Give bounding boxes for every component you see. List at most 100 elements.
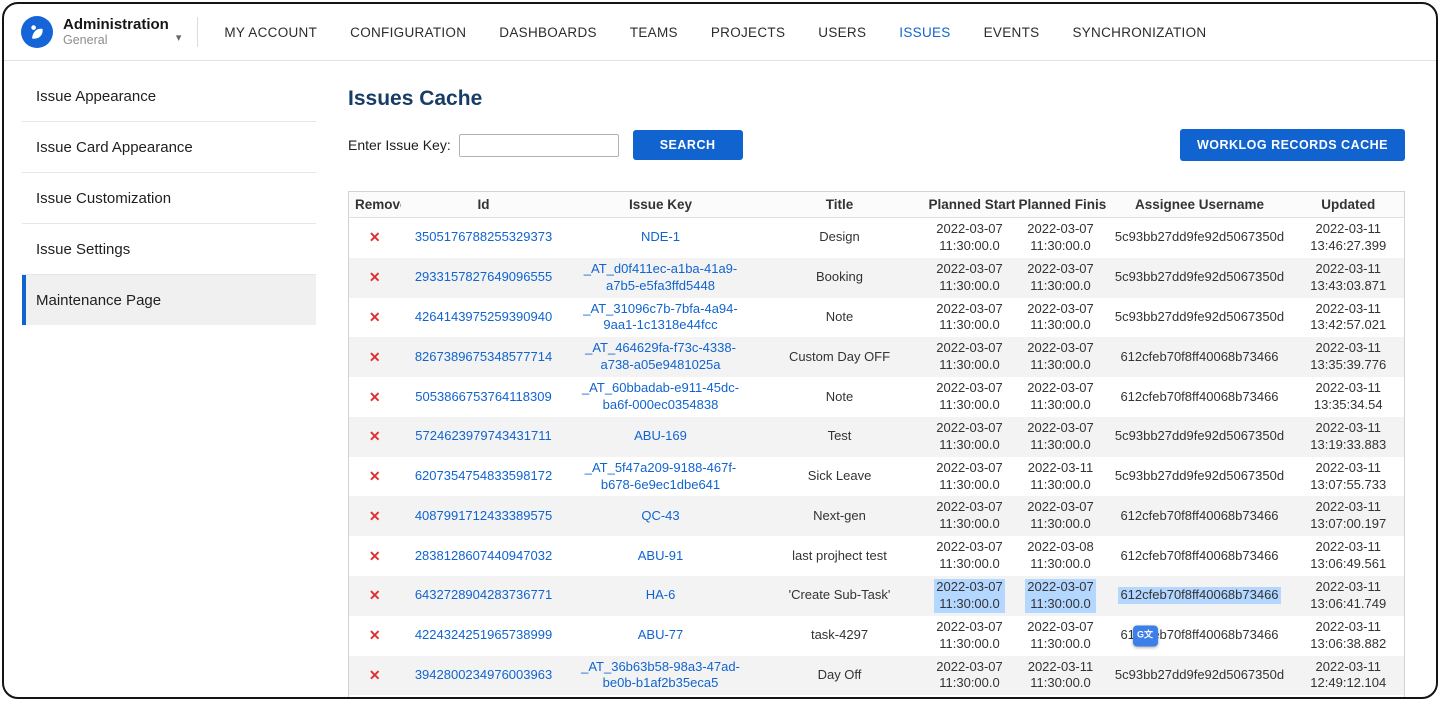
app-logo-icon [20, 15, 54, 49]
nav-item-configuration[interactable]: CONFIGURATION [350, 25, 466, 40]
title-cell: Custom Day OFF [755, 337, 925, 377]
issue-key-link[interactable]: ABU-77 [638, 627, 684, 642]
planned-finish-cell: 2022-03-0711:30:00.0 [1015, 258, 1107, 298]
worklog-records-cache-button[interactable]: WORKLOG RECORDS CACHE [1180, 129, 1405, 161]
issue-id-link[interactable]: 5724623979743431711 [415, 428, 551, 443]
remove-button[interactable]: ✕ [369, 468, 381, 484]
nav-item-events[interactable]: EVENTS [984, 25, 1040, 40]
planned-finish-cell: 2022-03-0711:30:00.0 [1015, 337, 1107, 377]
sidebar-item-issue-customization[interactable]: Issue Customization [22, 173, 316, 224]
title-cell: Sick Leave [755, 457, 925, 497]
content-area: Issue AppearanceIssue Card AppearanceIss… [4, 61, 1436, 699]
table-row: ✕4087991712433389575QC-43Next-gen2022-03… [349, 496, 1405, 536]
table-header-row: RemoveIdIssue KeyTitlePlanned StartPlann… [349, 192, 1405, 218]
issues-table: RemoveIdIssue KeyTitlePlanned StartPlann… [348, 191, 1405, 699]
remove-button[interactable]: ✕ [369, 389, 381, 405]
issue-key-cell: _AT_36b63b58-98a3-47ad-be0b-b1af2b35eca5 [567, 656, 755, 696]
remove-button[interactable]: ✕ [369, 269, 381, 285]
remove-button[interactable]: ✕ [369, 309, 381, 325]
planned-finish-cell: 2022-03-0711:30:00.0 [1015, 298, 1107, 338]
id-cell: 4224324251965738999 [401, 616, 567, 656]
brand-block: Administration General [63, 16, 169, 48]
sidebar-item-issue-settings[interactable]: Issue Settings [22, 224, 316, 275]
planned-start-cell: 2022-03-0711:30:00.0 [925, 457, 1015, 497]
nav-item-users[interactable]: USERS [818, 25, 866, 40]
assignee-cell: 5dfe2bf7f680930cb05bb7b7 [1107, 695, 1293, 699]
column-header-planned-start: Planned Start [925, 192, 1015, 218]
planned-finish-cell: 2022-03-0711:30:00.0 [1015, 218, 1107, 258]
remove-cell: ✕ [349, 536, 401, 576]
issue-key-link[interactable]: SOFT6f6c5c49-d73f-412b-af2a-1245cf34941a [583, 698, 738, 699]
remove-button[interactable]: ✕ [369, 587, 381, 603]
sidebar-item-issue-appearance[interactable]: Issue Appearance [22, 71, 316, 122]
sidebar-item-issue-card-appearance[interactable]: Issue Card Appearance [22, 122, 316, 173]
remove-button[interactable]: ✕ [369, 667, 381, 683]
remove-cell: ✕ [349, 377, 401, 417]
issue-id-link[interactable]: 4224324251965738999 [415, 627, 552, 642]
remove-cell: ✕ [349, 616, 401, 656]
table-row: ✕ 5053866753764118309 _AT_60bbadab-e911-45… [349, 377, 1405, 417]
issue-id-link[interactable]: 4264143975259390940 [415, 309, 552, 324]
column-header-title: Title [755, 192, 925, 218]
nav-item-projects[interactable]: PROJECTS [711, 25, 785, 40]
issue-key-cell: SOFT6f6c5c49-d73f-412b-af2a-1245cf34941a [567, 695, 755, 699]
sidebar-item-maintenance-page[interactable]: Maintenance Page [22, 275, 316, 325]
issue-key-link[interactable]: _AT_31096c7b-7bfa-4a94-9aa1-1c1318e44fcc [583, 301, 737, 333]
issue-key-link[interactable]: QC-43 [641, 508, 679, 523]
nav-item-dashboards[interactable]: DASHBOARDS [499, 25, 597, 40]
updated-cell: 2022-03-1113:06:41.749 [1293, 576, 1405, 616]
issue-id-link[interactable]: 5053866753764118309 [415, 389, 551, 404]
nav-item-synchronization[interactable]: SYNCHRONIZATION [1072, 25, 1206, 40]
id-cell: 2115678554218711478 [401, 695, 567, 699]
issue-key-input[interactable] [459, 134, 619, 157]
issue-id-link[interactable]: 6432728904283736771 [415, 587, 552, 602]
planned-start-cell: 2022-03-0711:30:00.0 [925, 377, 1015, 417]
remove-button[interactable]: ✕ [369, 627, 381, 643]
remove-cell: ✕ [349, 417, 401, 457]
column-header-issue-key: Issue Key [567, 192, 755, 218]
issue-key-link[interactable]: ABU-91 [638, 548, 684, 563]
remove-button[interactable]: ✕ [369, 508, 381, 524]
remove-cell: ✕ [349, 656, 401, 696]
planned-start-cell: 2022-03-0711:30:00.0 [925, 258, 1015, 298]
remove-button[interactable]: ✕ [369, 428, 381, 444]
assignee-cell: 612cfeb70f8ff40068b73466 [1107, 496, 1293, 536]
nav-item-my-account[interactable]: MY ACCOUNT [224, 25, 317, 40]
issue-id-link[interactable]: 8267389675348577714 [415, 349, 552, 364]
planned-finish-cell: 2022-03-0711:30:00.0 [1015, 576, 1107, 616]
selection-highlight: 2022-03-0711:30:00.0 [1025, 579, 1096, 613]
issue-key-link[interactable]: _AT_60bbadab-e911-45dc-ba6f-000ec0354838 [582, 380, 739, 412]
planned-finish-cell: 2022-03-1111:30:00.0 [1015, 695, 1107, 699]
issue-id-link[interactable]: 2838128607440947032 [415, 548, 552, 563]
issue-key-link[interactable]: _AT_36b63b58-98a3-47ad-be0b-b1af2b35eca5 [581, 659, 740, 691]
remove-button[interactable]: ✕ [369, 229, 381, 245]
nav-item-issues[interactable]: ISSUES [899, 25, 950, 40]
issue-id-link[interactable]: 3942800234976003963 [415, 667, 552, 682]
issue-key-link[interactable]: HA-6 [646, 587, 676, 602]
translate-icon[interactable]: G文 [1133, 625, 1158, 646]
page-title: Issues Cache [348, 87, 1405, 111]
issue-key-link[interactable]: NDE-1 [641, 229, 680, 244]
issue-id-link[interactable]: 2933157827649096555 [415, 269, 552, 284]
issue-id-link[interactable]: 3505176788255329373 [415, 229, 552, 244]
id-cell: 5053866753764118309 [401, 377, 567, 417]
nav-item-teams[interactable]: TEAMS [630, 25, 678, 40]
issue-id-link[interactable]: 6207354754833598172 [415, 468, 552, 483]
chevron-down-icon[interactable]: ▾ [176, 31, 182, 44]
search-button[interactable]: SEARCH [633, 130, 743, 160]
issue-key-link[interactable]: _AT_5f47a209-9188-467f-b678-6e9ec1dbe641 [585, 460, 737, 492]
id-cell: 2838128607440947032 [401, 536, 567, 576]
issue-key-link[interactable]: ABU-169 [634, 428, 687, 443]
planned-finish-cell: 2022-03-1111:30:00.0 [1015, 457, 1107, 497]
issue-key-cell: ABU-169 [567, 417, 755, 457]
updated-cell: 2022-03-1113:06:49.561 [1293, 536, 1405, 576]
assignee-cell: 612cfeb70f8ff40068b73466 [1107, 576, 1293, 616]
planned-start-cell: 2022-03-0711:30:00.0 [925, 417, 1015, 457]
issue-key-link[interactable]: _AT_464629fa-f73c-4338-a738-a05e9481025a [585, 340, 736, 372]
remove-button[interactable]: ✕ [369, 548, 381, 564]
id-cell: 5724623979743431711 [401, 417, 567, 457]
issue-key-cell: NDE-1 [567, 218, 755, 258]
remove-button[interactable]: ✕ [369, 349, 381, 365]
issue-id-link[interactable]: 4087991712433389575 [415, 508, 552, 523]
issue-key-link[interactable]: _AT_d0f411ec-a1ba-41a9-a7b5-e5fa3ffd5448 [584, 261, 737, 293]
